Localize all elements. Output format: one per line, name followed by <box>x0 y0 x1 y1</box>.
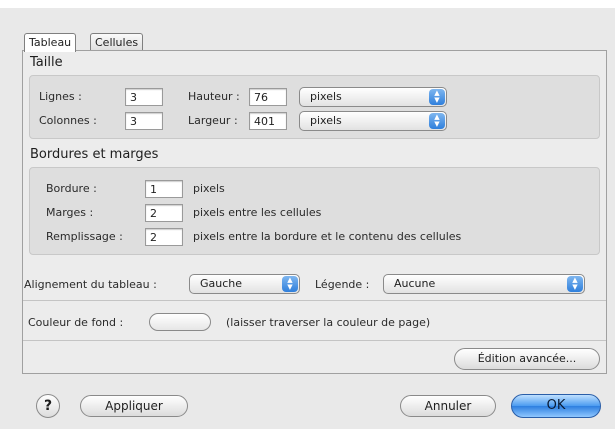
popup-arrows-icon: ▲ ▼ <box>282 276 298 292</box>
popup-arrows-icon: ▲ ▼ <box>429 113 445 129</box>
border-label: Bordure : <box>46 182 97 195</box>
dialog-top-strip <box>0 0 615 8</box>
columns-label: Colonnes : <box>39 114 97 127</box>
caption-value: Aucune <box>394 277 436 290</box>
popup-arrows-icon: ▲ ▼ <box>429 89 445 105</box>
border-field[interactable]: 1 <box>145 180 183 198</box>
popup-arrows-icon: ▲ ▼ <box>567 276 583 292</box>
borders-groupbox: Bordure : 1 pixels Marges : 2 pixels ent… <box>29 167 600 255</box>
table-properties-dialog: Tableau Cellules Taille Lignes : 3 Haute… <box>0 0 615 429</box>
height-field[interactable]: 76 <box>249 88 287 106</box>
height-unit-value: pixels <box>310 90 342 103</box>
alignment-popup[interactable]: Gauche ▲ ▼ <box>189 274 300 294</box>
size-section-title: Taille <box>30 55 63 70</box>
padding-hint: pixels entre la bordure et le contenu de… <box>193 230 462 243</box>
spacing-hint: pixels entre les cellules <box>193 206 322 219</box>
columns-field[interactable]: 3 <box>125 112 163 130</box>
height-label: Hauteur : <box>188 90 240 103</box>
divider <box>23 300 606 301</box>
rows-label: Lignes : <box>39 90 82 103</box>
padding-field[interactable]: 2 <box>145 228 183 246</box>
size-groupbox: Lignes : 3 Hauteur : 76 pixels ▲ ▼ Colonn… <box>29 75 600 139</box>
border-hint: pixels <box>193 182 225 195</box>
tab-tableau[interactable]: Tableau <box>24 33 77 52</box>
spacing-label: Marges : <box>46 206 94 219</box>
alignment-label: Alignement du tableau : <box>24 278 157 291</box>
help-button[interactable]: ? <box>36 394 60 418</box>
borders-section-title: Bordures et marges <box>30 147 159 162</box>
cancel-button[interactable]: Annuler <box>400 395 496 417</box>
divider <box>23 340 606 341</box>
width-field[interactable]: 401 <box>249 112 287 130</box>
background-color-well[interactable] <box>149 313 211 331</box>
background-color-label: Couleur de fond : <box>28 316 124 329</box>
padding-label: Remplissage : <box>46 230 123 243</box>
width-label: Largeur : <box>188 114 238 127</box>
width-unit-value: pixels <box>310 114 342 127</box>
tab-panel: Taille Lignes : 3 Hauteur : 76 pixels ▲ ▼… <box>22 50 607 374</box>
ok-button[interactable]: OK <box>511 394 601 418</box>
width-unit-popup[interactable]: pixels ▲ ▼ <box>299 111 447 131</box>
caption-label: Légende : <box>315 278 370 291</box>
tab-cellules[interactable]: Cellules <box>90 33 144 51</box>
alignment-value: Gauche <box>200 277 243 290</box>
background-color-hint: (laisser traverser la couleur de page) <box>226 316 431 329</box>
spacing-field[interactable]: 2 <box>145 204 183 222</box>
apply-button[interactable]: Appliquer <box>80 395 188 417</box>
advanced-edit-button[interactable]: Édition avancée... <box>454 348 600 370</box>
caption-popup[interactable]: Aucune ▲ ▼ <box>383 274 585 294</box>
rows-field[interactable]: 3 <box>125 88 163 106</box>
height-unit-popup[interactable]: pixels ▲ ▼ <box>299 87 447 107</box>
